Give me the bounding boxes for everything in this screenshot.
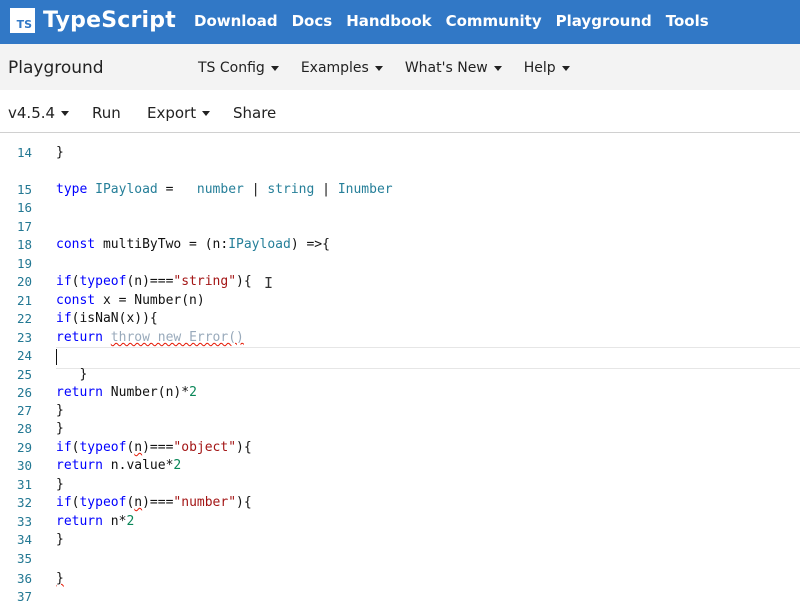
line-number: 30 xyxy=(16,458,32,473)
code-line: return n*2 xyxy=(56,514,135,529)
code-line: } xyxy=(56,145,64,160)
line-number: 23 xyxy=(16,330,32,345)
line-number: 31 xyxy=(16,477,32,492)
playground-menus: TS Config Examples What's New Help xyxy=(198,60,592,76)
code-line: } xyxy=(56,421,64,436)
code-line: if(typeof(n)==="number"){ xyxy=(56,495,252,510)
code-editor[interactable]: 14} 15 type IPayload = number | string | … xyxy=(0,142,800,604)
line-number: 16 xyxy=(16,200,32,215)
ts-logo-icon: TS xyxy=(10,8,35,33)
nav-handbook[interactable]: Handbook xyxy=(346,12,431,30)
editor-toolbar: v4.5.4 Run Export Share xyxy=(0,90,800,133)
line-number: 24 xyxy=(16,348,32,363)
version-select[interactable]: v4.5.4 xyxy=(8,104,70,122)
help-menu[interactable]: Help xyxy=(524,60,570,76)
code-line: } xyxy=(56,367,88,382)
code-line: } xyxy=(56,532,64,547)
line-number: 26 xyxy=(16,385,32,400)
playground-nav: Playground TS Config Examples What's New… xyxy=(0,44,800,90)
nav-download[interactable]: Download xyxy=(194,12,278,30)
line-number: 37 xyxy=(16,589,32,604)
nav-docs[interactable]: Docs xyxy=(292,12,333,30)
page-title: Playground xyxy=(8,58,104,78)
code-line: if(typeof(n)==="object"){ xyxy=(56,440,252,455)
caret-down-icon xyxy=(561,65,570,71)
run-button[interactable]: Run xyxy=(92,104,121,122)
line-number: 19 xyxy=(16,256,32,271)
code-line: const x = Number(n) xyxy=(56,293,205,308)
whats-new-menu[interactable]: What's New xyxy=(405,60,502,76)
code-line: if(typeof(n)==="string"){ xyxy=(56,274,252,289)
nav-tools[interactable]: Tools xyxy=(666,12,709,30)
typescript-logo[interactable]: TS TypeScript xyxy=(10,8,176,33)
caret-down-icon xyxy=(270,65,279,71)
line-number: 36 xyxy=(16,571,32,586)
ibeam-cursor-icon: I xyxy=(264,274,274,292)
line-number: 27 xyxy=(16,403,32,418)
export-menu[interactable]: Export xyxy=(147,104,211,122)
caret-down-icon xyxy=(493,65,502,71)
ts-config-menu[interactable]: TS Config xyxy=(198,60,279,76)
code-line: type IPayload = number | string | Inumbe… xyxy=(56,182,393,197)
line-number: 14 xyxy=(16,145,32,160)
top-header: TS TypeScript Download Docs Handbook Com… xyxy=(0,0,800,44)
brand-name: TypeScript xyxy=(43,8,176,33)
line-number: 32 xyxy=(16,495,32,510)
line-number: 25 xyxy=(16,367,32,382)
nav-community[interactable]: Community xyxy=(446,12,542,30)
line-number: 15 xyxy=(16,182,32,197)
caret-down-icon xyxy=(61,110,70,116)
code-line: const multiByTwo = (n:IPayload) =>{ xyxy=(56,237,330,252)
line-number: 35 xyxy=(16,551,32,566)
line-number: 18 xyxy=(16,237,32,252)
main-nav: Download Docs Handbook Community Playgro… xyxy=(194,12,723,30)
code-line: return Number(n)*2 xyxy=(56,385,197,400)
line-number: 20 xyxy=(16,274,32,289)
line-number: 21 xyxy=(16,293,32,308)
share-button[interactable]: Share xyxy=(233,104,276,122)
caret-down-icon xyxy=(202,110,211,116)
text-cursor xyxy=(56,349,57,365)
code-line: return throw new Error() xyxy=(56,330,244,345)
code-line: if(isNaN(x)){ xyxy=(56,311,158,326)
examples-menu[interactable]: Examples xyxy=(301,60,383,76)
line-number: 33 xyxy=(16,514,32,529)
code-line: } xyxy=(56,477,64,492)
code-line: } xyxy=(56,571,64,586)
line-number: 28 xyxy=(16,421,32,436)
line-number: 22 xyxy=(16,311,32,326)
code-line: return n.value*2 xyxy=(56,458,182,473)
nav-playground[interactable]: Playground xyxy=(556,12,652,30)
code-line: } xyxy=(56,403,64,418)
line-number: 29 xyxy=(16,440,32,455)
line-number: 34 xyxy=(16,532,32,547)
caret-down-icon xyxy=(374,65,383,71)
line-number: 17 xyxy=(16,219,32,234)
